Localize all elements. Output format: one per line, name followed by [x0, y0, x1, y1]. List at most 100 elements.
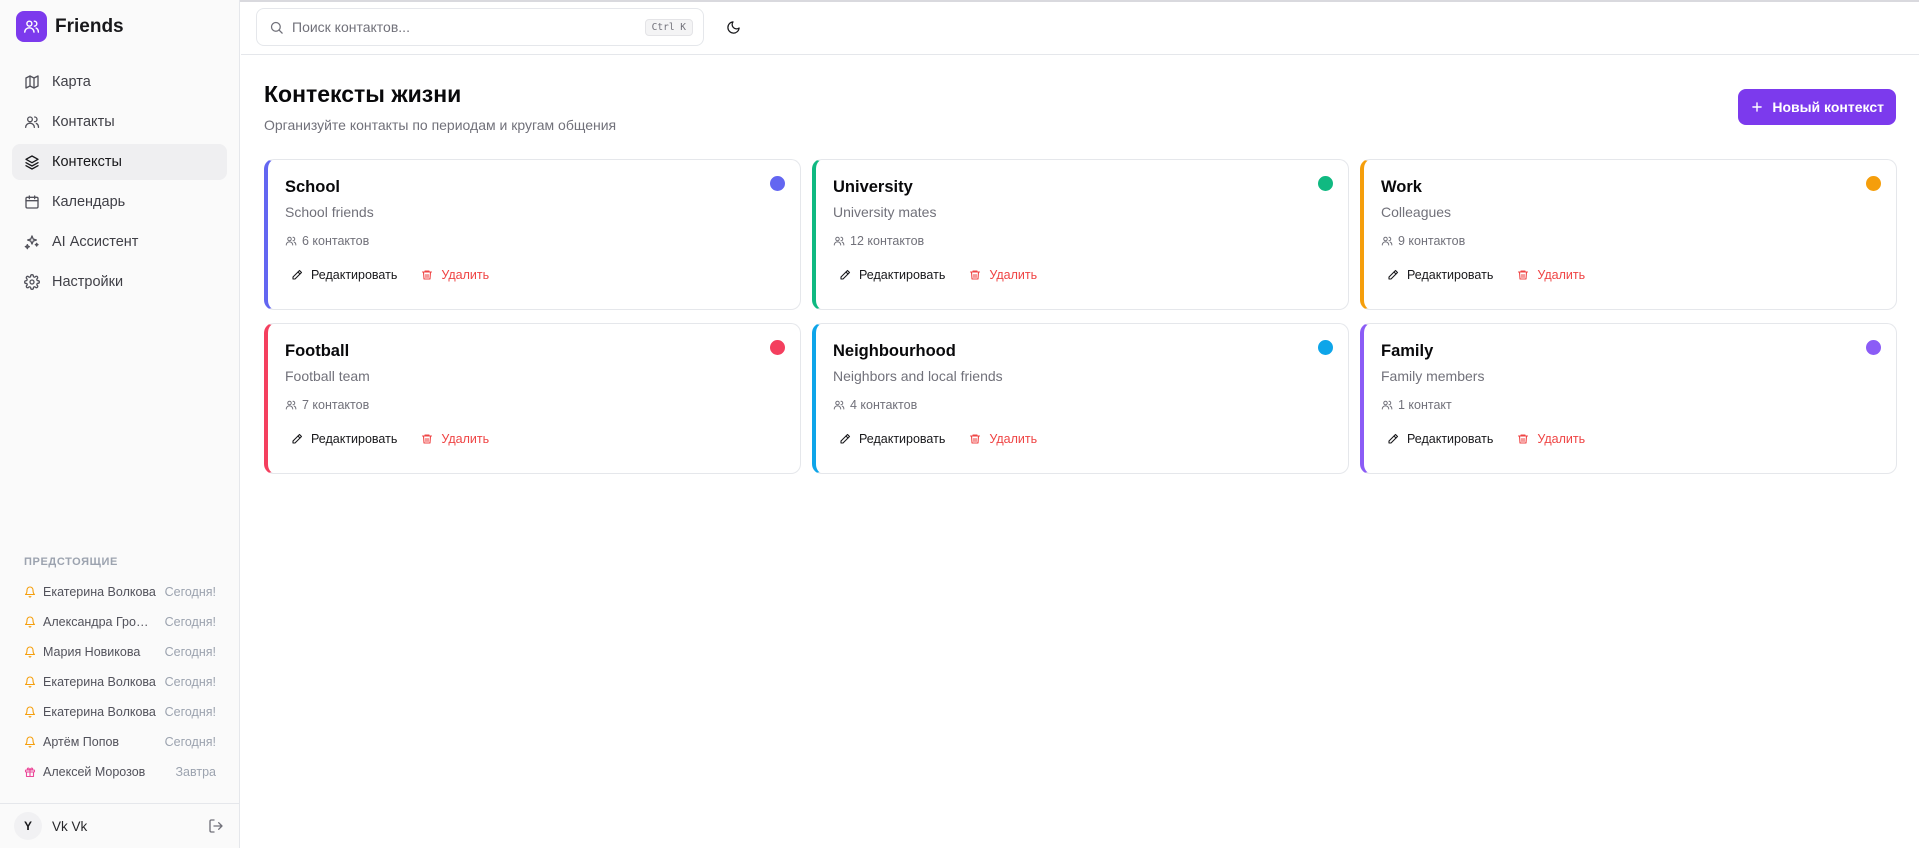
- context-count: 12 контактов: [833, 234, 924, 248]
- upcoming-item[interactable]: Екатерина Волкова Сегодня!: [0, 667, 240, 697]
- edit-label: Редактировать: [311, 432, 398, 446]
- context-card[interactable]: School School friends 6 контактов Редакт…: [264, 159, 801, 310]
- context-card[interactable]: Football Football team 7 контактов Редак…: [264, 323, 801, 474]
- context-count: 6 контактов: [285, 234, 369, 248]
- users-icon: [833, 400, 845, 410]
- edit-button[interactable]: Редактировать: [839, 268, 945, 282]
- pencil-icon: [292, 269, 303, 280]
- upcoming-name: Екатерина Волкова: [43, 675, 156, 689]
- context-count: 1 контакт: [1381, 398, 1452, 412]
- gear-icon: [24, 274, 40, 290]
- search-box[interactable]: Ctrl K: [256, 8, 704, 46]
- upcoming-when: Сегодня!: [164, 585, 216, 599]
- upcoming-when: Сегодня!: [164, 645, 216, 659]
- delete-button[interactable]: Удалить: [421, 432, 489, 446]
- context-actions: Редактировать Удалить: [1387, 268, 1585, 282]
- users-icon: [833, 236, 845, 246]
- delete-label: Удалить: [989, 268, 1038, 282]
- pencil-icon: [840, 269, 851, 280]
- sidebar-item-label: Карта: [52, 74, 91, 90]
- users-icon: [285, 236, 297, 246]
- context-count: 4 контактов: [833, 398, 917, 412]
- upcoming-name: Алексей Морозов: [43, 765, 146, 779]
- sidebar-item-ai-assistant[interactable]: AI Ассистент: [12, 224, 227, 260]
- header: Ctrl K: [241, 0, 1919, 55]
- bell-icon: [24, 736, 36, 748]
- context-description: University mates: [833, 204, 937, 220]
- users-icon: [285, 400, 297, 410]
- context-color-dot: [1318, 176, 1333, 191]
- sidebar-item-map[interactable]: Карта: [12, 64, 227, 100]
- sidebar-item-contexts[interactable]: Контексты: [12, 144, 227, 180]
- delete-button[interactable]: Удалить: [421, 268, 489, 282]
- upcoming-item[interactable]: Екатерина Волкова Сегодня!: [0, 697, 240, 727]
- context-count-text: 1 контакт: [1398, 398, 1452, 412]
- context-color-dot: [770, 176, 785, 191]
- upcoming-item[interactable]: Александра Громова Сегодня!: [0, 607, 240, 637]
- upcoming-title: ПРЕДСТОЯЩИЕ: [24, 556, 118, 568]
- sidebar-item-label: Настройки: [52, 274, 124, 290]
- layers-icon: [25, 155, 39, 170]
- new-context-button[interactable]: Новый контекст: [1738, 89, 1896, 125]
- sidebar-nav: Карта Контакты Контексты Календарь AI Ас…: [12, 64, 227, 304]
- upcoming-name: Александра Громова: [43, 615, 157, 629]
- delete-button[interactable]: Удалить: [969, 268, 1037, 282]
- upcoming-item[interactable]: Мария Новикова Сегодня!: [0, 637, 240, 667]
- edit-label: Редактировать: [1407, 268, 1494, 282]
- context-title: Family: [1381, 342, 1434, 360]
- bell-icon: [24, 676, 36, 688]
- trash-icon: [1518, 270, 1529, 280]
- context-card[interactable]: University University mates 12 контактов…: [812, 159, 1349, 310]
- theme-toggle-button[interactable]: [722, 16, 744, 38]
- upcoming-when: Сегодня!: [164, 615, 216, 629]
- context-count: 9 контактов: [1381, 234, 1465, 248]
- edit-button[interactable]: Редактировать: [291, 432, 397, 446]
- edit-button[interactable]: Редактировать: [1387, 432, 1493, 446]
- edit-label: Редактировать: [859, 432, 946, 446]
- upcoming-item[interactable]: Алексей Морозов Завтра: [0, 757, 240, 787]
- context-actions: Редактировать Удалить: [291, 268, 489, 282]
- context-card[interactable]: Work Colleagues 9 контактов Редактироват…: [1360, 159, 1897, 310]
- context-description: Neighbors and local friends: [833, 368, 1003, 384]
- logout-icon[interactable]: [208, 818, 224, 834]
- app-name: Friends: [55, 15, 124, 37]
- upcoming-item[interactable]: Артём Попов Сегодня!: [0, 727, 240, 757]
- plus-icon: [1752, 102, 1763, 112]
- edit-button[interactable]: Редактировать: [291, 268, 397, 282]
- search-icon: [270, 21, 283, 34]
- delete-label: Удалить: [441, 432, 490, 446]
- context-title: University: [833, 178, 913, 196]
- delete-button[interactable]: Удалить: [1517, 268, 1585, 282]
- context-description: Football team: [285, 368, 370, 384]
- sidebar-item-contacts[interactable]: Контакты: [12, 104, 227, 140]
- edit-label: Редактировать: [859, 268, 946, 282]
- pencil-icon: [1388, 433, 1399, 444]
- user-bar: Y Vk Vk: [0, 803, 240, 848]
- context-count: 7 контактов: [285, 398, 369, 412]
- sidebar-item-calendar[interactable]: Календарь: [12, 184, 227, 220]
- edit-button[interactable]: Редактировать: [839, 432, 945, 446]
- brand[interactable]: Friends: [16, 11, 124, 42]
- delete-label: Удалить: [441, 268, 490, 282]
- page-subtitle: Организуйте контакты по периодам и круга…: [264, 117, 617, 133]
- delete-label: Удалить: [1537, 268, 1586, 282]
- search-input[interactable]: [292, 19, 645, 35]
- upcoming-name: Екатерина Волкова: [43, 705, 156, 719]
- context-count-text: 6 контактов: [302, 234, 370, 248]
- trash-icon: [1518, 434, 1529, 444]
- delete-button[interactable]: Удалить: [969, 432, 1037, 446]
- users-icon: [1381, 236, 1393, 246]
- edit-label: Редактировать: [1407, 432, 1494, 446]
- delete-button[interactable]: Удалить: [1517, 432, 1585, 446]
- context-card[interactable]: Neighbourhood Neighbors and local friend…: [812, 323, 1349, 474]
- trash-icon: [422, 270, 433, 280]
- avatar[interactable]: Y: [14, 812, 42, 840]
- edit-button[interactable]: Редактировать: [1387, 268, 1493, 282]
- sidebar-item-settings[interactable]: Настройки: [12, 264, 227, 300]
- context-color-dot: [1866, 176, 1881, 191]
- pencil-icon: [840, 433, 851, 444]
- users-icon: [25, 116, 40, 128]
- page-title: Контексты жизни: [264, 81, 462, 107]
- context-card[interactable]: Family Family members 1 контакт Редактир…: [1360, 323, 1897, 474]
- upcoming-item[interactable]: Екатерина Волкова Сегодня!: [0, 577, 240, 607]
